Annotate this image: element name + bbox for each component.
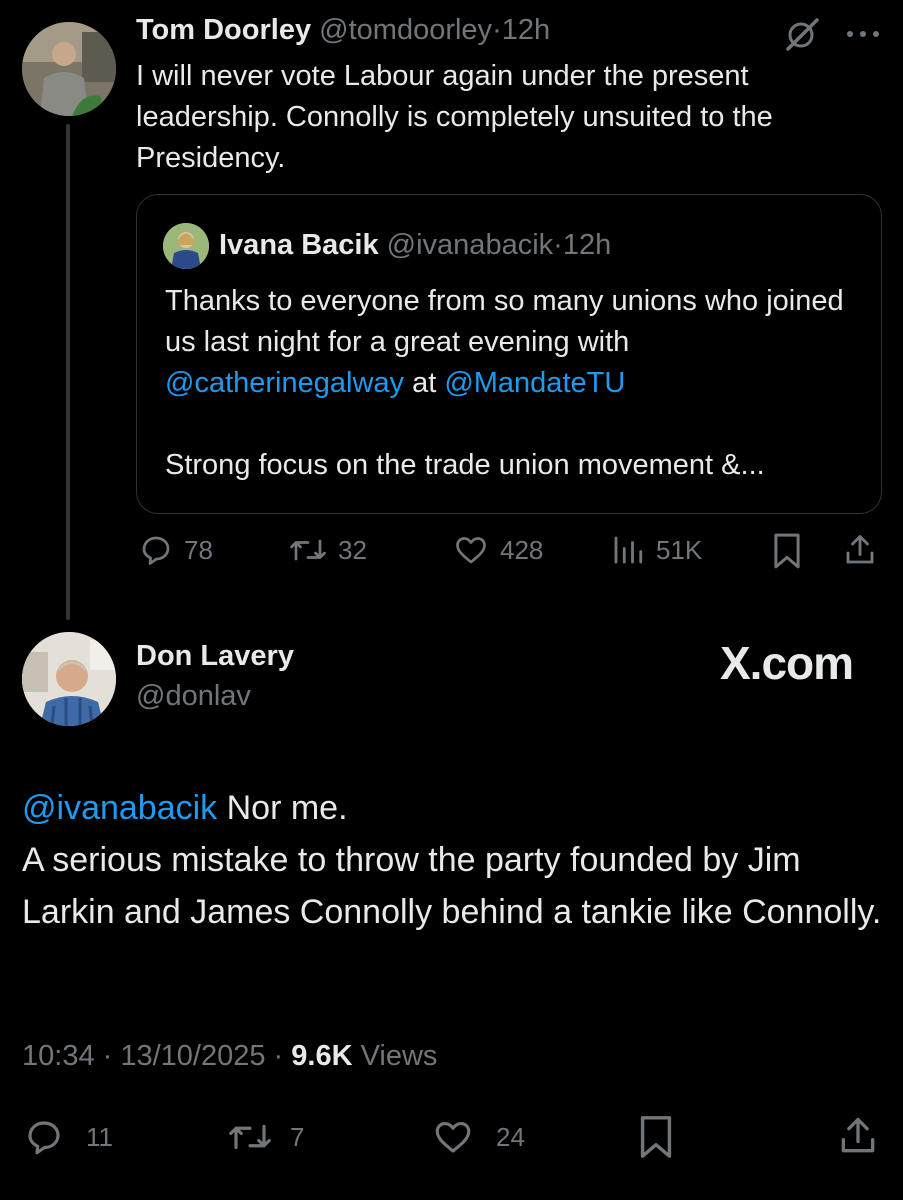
tweet1-author-handle[interactable]: @tomdoorley [319,14,492,46]
bookmark-icon [774,533,800,569]
tweet2-author-handle[interactable]: @donlav [136,680,251,713]
tweet1-separator: · [492,14,502,46]
tweet2-timestamp[interactable]: 10:34 · 13/10/2025 · [22,1040,283,1072]
reply-icon [28,1121,60,1155]
quote-text: Thanks to everyone from so many unions w… [165,281,865,486]
tweet2-repost-count: 7 [290,1121,305,1152]
tweet1-view-count: 51K [656,534,703,565]
avatar-ivana-bacik[interactable] [163,223,209,269]
quote-author-name[interactable]: Ivana Bacik [219,229,379,261]
tweet2-reply-count: 11 [86,1121,113,1152]
tweet1-header: Tom Doorley @tomdoorley·12h [136,14,550,47]
thread-connector-line [66,124,70,620]
avatar-tom-doorley[interactable] [22,22,116,116]
quote-header: Ivana Bacik @ivanabacik·12h [219,229,611,262]
tweet1-views-button[interactable]: 51K [610,532,702,568]
xcom-watermark: X.com [720,637,854,689]
tweet2-like-button[interactable]: 24 [430,1116,525,1158]
tweet2-reply-button[interactable]: 11 [22,1116,113,1158]
tweet1-repost-count: 32 [338,534,367,565]
reply-icon [142,536,170,565]
repost-icon [229,1124,271,1150]
tweet2-share-button[interactable] [836,1114,880,1158]
tweet2-text-line1: Nor me. [226,789,348,827]
tweet1-bookmark-button[interactable] [770,532,804,570]
share-icon [841,1117,875,1153]
tweet1-time[interactable]: 12h [502,14,550,46]
share-icon [846,535,874,564]
more-options-icon[interactable] [846,30,880,38]
tweet2-views-count: 9.6K [291,1040,353,1072]
mention-mandatetu-link[interactable]: @MandateTU [444,367,625,399]
avatar-photo-icon [22,22,116,116]
quote-author-handle[interactable]: @ivanabacik [387,229,553,261]
tweet1-share-button[interactable] [842,532,878,568]
tweet1-like-count: 428 [500,534,544,565]
tweet2-author-name[interactable]: Don Lavery [136,640,294,673]
quoted-tweet-card[interactable]: Ivana Bacik @ivanabacik·12h Thanks to ev… [136,194,882,514]
tweet2-repost-button[interactable]: 7 [226,1116,304,1158]
tweet2-bookmark-button[interactable] [636,1114,676,1160]
quote-time: 12h [562,229,612,261]
grok-icon[interactable] [784,16,820,52]
heart-icon [435,1121,471,1153]
tweet1-reply-button[interactable]: 78 [138,532,213,568]
heart-icon [456,537,486,564]
mention-catherinegalway-link[interactable]: @catherinegalway [165,367,404,399]
mention-ivanabacik-link[interactable]: @ivanabacik [22,789,217,827]
tweet2-text: @ivanabacik Nor me. A serious mistake to… [22,782,892,938]
tweet2-text-line2: A serious mistake to throw the party fou… [22,841,882,931]
tweet2-views-label: Views [360,1040,438,1072]
avatar-photo-icon [22,632,116,726]
tweet2-meta: 10:34 · 13/10/2025 · 9.6K Views [22,1040,437,1073]
views-chart-icon [614,536,643,564]
bookmark-icon [640,1116,672,1158]
quote-text-truncated: Strong focus on the trade union movement… [165,449,765,481]
quote-text-at: at [412,367,437,399]
tweet1-reply-count: 78 [184,534,213,565]
avatar-don-lavery[interactable] [22,632,116,726]
tweet1-like-button[interactable]: 428 [452,532,543,568]
tweet1-repost-button[interactable]: 32 [288,532,367,568]
quote-separator: · [553,229,563,261]
repost-icon [290,539,326,561]
avatar-photo-icon [163,223,209,269]
tweet2-like-count: 24 [496,1121,525,1152]
tweet1-text: I will never vote Labour again under the… [136,60,773,174]
tweet1-author-name[interactable]: Tom Doorley [136,14,311,46]
quote-text-intro: Thanks to everyone from so many unions w… [165,285,844,358]
